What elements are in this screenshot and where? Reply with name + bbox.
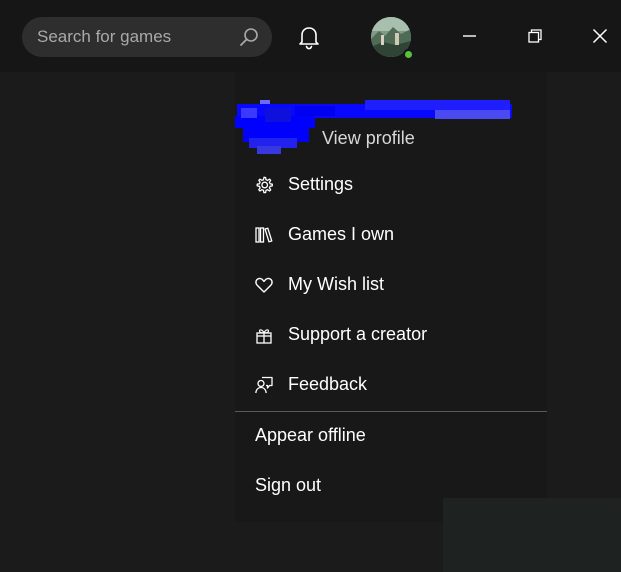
menu-item-label: Settings (288, 174, 354, 194)
avatar[interactable] (371, 17, 414, 60)
menu-divider (235, 411, 547, 412)
background-panel (443, 498, 621, 572)
heart-icon (255, 277, 273, 293)
menu-item-label: Feedback (288, 374, 368, 394)
search-icon[interactable] (238, 26, 260, 48)
menu-item-my-wish-list[interactable]: My Wish list (235, 262, 547, 308)
close-icon[interactable] (588, 24, 612, 48)
restore-icon[interactable] (523, 24, 547, 48)
gift-icon (256, 329, 272, 344)
view-profile-link[interactable]: View profile (322, 128, 415, 149)
menu-item-label: Support a creator (288, 324, 428, 344)
feedback-icon (255, 376, 273, 394)
online-status-dot (403, 49, 414, 60)
menu-item-support-a-creator[interactable]: Support a creator (235, 312, 547, 358)
menu-item-games-i-own[interactable]: Games I own (235, 212, 547, 258)
search-box[interactable] (22, 17, 272, 57)
menu-item-label: My Wish list (288, 274, 384, 294)
menu-item-appear-offline[interactable]: Appear offline (235, 413, 547, 459)
gear-icon (256, 176, 273, 194)
app-window: View profile Settings Games I own My Wis… (0, 0, 621, 572)
profile-menu: View profile Settings Games I own My Wis… (235, 72, 547, 522)
menu-item-label: Games I own (288, 224, 395, 244)
title-bar (0, 0, 621, 72)
search-input[interactable] (37, 17, 237, 57)
menu-item-label: Appear offline (255, 425, 366, 445)
menu-item-feedback[interactable]: Feedback (235, 362, 547, 408)
minimize-icon[interactable] (457, 24, 481, 48)
menu-item-settings[interactable]: Settings (235, 162, 547, 208)
library-icon (255, 227, 273, 243)
bell-icon[interactable] (296, 24, 322, 50)
menu-item-label: Sign out (255, 475, 322, 495)
